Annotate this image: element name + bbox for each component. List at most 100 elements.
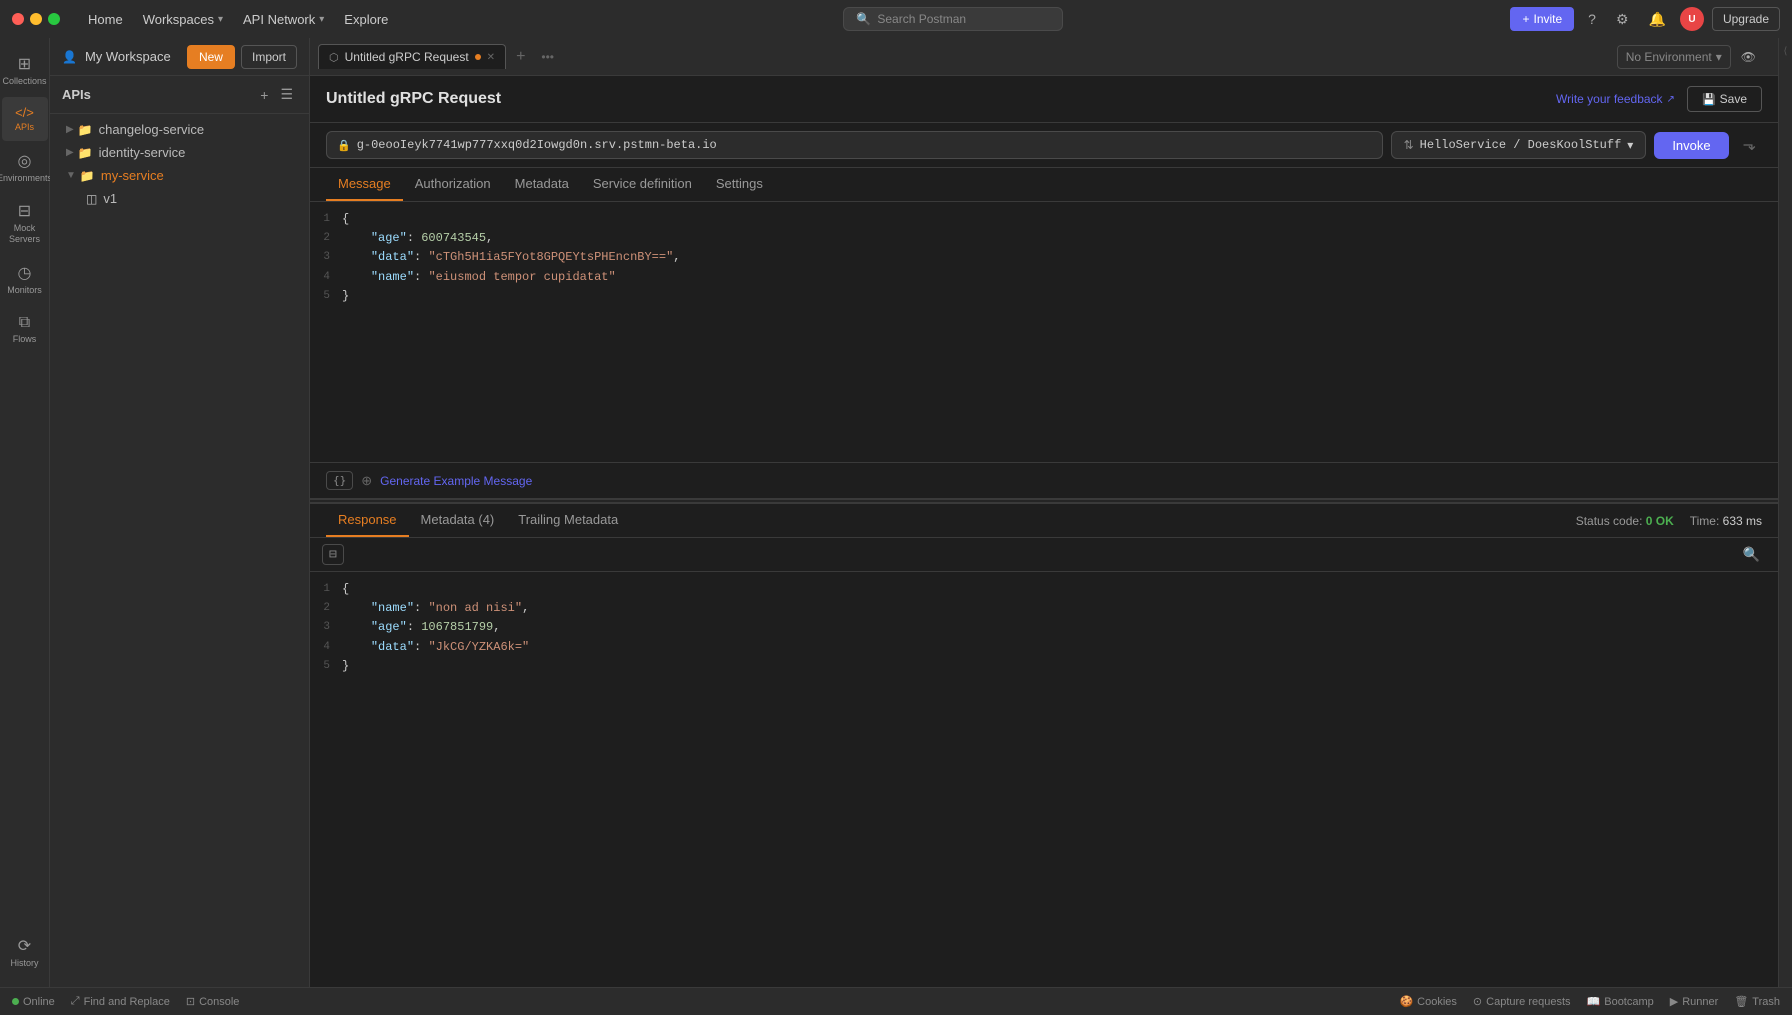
- upgrade-button[interactable]: Upgrade: [1712, 7, 1780, 31]
- service-selector[interactable]: ⇅ HelloService / DoesKoolStuff ▾: [1391, 131, 1647, 159]
- titlebar-nav: Home Workspaces ▾ API Network ▾ Explore: [80, 8, 396, 31]
- close-button[interactable]: [12, 13, 24, 25]
- sidebar-tree-header: APIs + ☰: [50, 76, 309, 114]
- right-panel: ⟨: [1778, 38, 1792, 987]
- response-line-3: 3 "age": 1067851799,: [310, 618, 1778, 637]
- tab-authorization[interactable]: Authorization: [403, 168, 503, 201]
- collections-icon: ⊞: [18, 54, 31, 74]
- add-api-button[interactable]: +: [256, 84, 272, 105]
- console-icon: ⊡: [186, 995, 195, 1008]
- more-tabs-button[interactable]: •••: [535, 48, 560, 66]
- tab-settings[interactable]: Settings: [704, 168, 775, 201]
- tree-item-v1[interactable]: ◫ v1: [54, 187, 305, 210]
- tab-message[interactable]: Message: [326, 168, 403, 201]
- nav-api-network[interactable]: API Network ▾: [235, 8, 332, 31]
- response-toolbar: ⊟ 🔍: [310, 538, 1778, 572]
- chevron-down-icon: ▾: [218, 14, 223, 25]
- bootcamp-button[interactable]: 📖 Bootcamp: [1587, 995, 1654, 1008]
- response-tab-metadata[interactable]: Metadata (4): [409, 504, 507, 537]
- trash-button[interactable]: 🗑 Trash: [1734, 995, 1780, 1008]
- chevron-right-icon: ▶: [66, 124, 74, 135]
- chevron-down-icon: ▾: [1716, 50, 1722, 64]
- new-tab-button[interactable]: +: [510, 46, 531, 68]
- sidebar-item-apis[interactable]: </> APIs: [2, 97, 48, 141]
- runner-button[interactable]: ▶ Runner: [1670, 995, 1719, 1008]
- response-editor-content[interactable]: 1 { 2 "name": "non ad nisi", 3 "age": 10…: [310, 572, 1778, 987]
- feedback-link[interactable]: Write your feedback ↗: [1556, 92, 1675, 106]
- tab-grpc-request[interactable]: ⬡ Untitled gRPC Request ✕: [318, 44, 506, 69]
- apis-icon: </>: [15, 105, 34, 120]
- avatar[interactable]: U: [1680, 7, 1704, 31]
- search-area: 🔍 Search Postman: [404, 7, 1502, 31]
- response-area: Response Metadata (4) Trailing Metadata …: [310, 503, 1778, 987]
- response-line-5: 5 }: [310, 657, 1778, 676]
- cookies-button[interactable]: 🍪 Cookies: [1399, 995, 1456, 1008]
- chevron-down-icon: ▼: [66, 170, 76, 181]
- minimize-button[interactable]: [30, 13, 42, 25]
- cookies-icon: 🍪: [1399, 995, 1413, 1008]
- sidebar-item-mock-servers[interactable]: ⊟ Mock Servers: [2, 193, 48, 253]
- tab-service-definition[interactable]: Service definition: [581, 168, 704, 201]
- trash-icon: 🗑: [1734, 995, 1748, 1008]
- code-line-1: 1 {: [310, 210, 1778, 229]
- save-button[interactable]: 💾 Save: [1687, 86, 1762, 112]
- sidebar-item-monitors[interactable]: ◷ Monitors: [2, 255, 48, 304]
- capture-button[interactable]: ⊙ Capture requests: [1473, 995, 1571, 1008]
- url-input-wrapper[interactable]: 🔒: [326, 131, 1383, 159]
- sidebar-tree: ▶ 📁 changelog-service ▶ 📁 identity-servi…: [50, 114, 309, 987]
- search-box[interactable]: 🔍 Search Postman: [843, 7, 1063, 31]
- new-button[interactable]: New: [187, 45, 235, 69]
- environment-selector[interactable]: No Environment ▾: [1617, 45, 1731, 69]
- response-tab-response[interactable]: Response: [326, 504, 409, 537]
- notifications-button[interactable]: 🔔: [1643, 7, 1672, 32]
- help-button[interactable]: ?: [1582, 7, 1602, 31]
- request-title: Untitled gRPC Request: [326, 90, 501, 108]
- workspace-name: My Workspace: [85, 49, 171, 64]
- request-actions: Write your feedback ↗ 💾 Save: [1556, 86, 1762, 112]
- right-panel-toggle-icon[interactable]: ⟨: [1784, 46, 1788, 57]
- nav-workspaces[interactable]: Workspaces ▾: [135, 8, 231, 31]
- search-response-button[interactable]: 🔍: [1737, 542, 1766, 567]
- format-button[interactable]: {}: [326, 471, 353, 490]
- generate-example-link[interactable]: Generate Example Message: [380, 474, 532, 488]
- find-replace-button[interactable]: ⤢ Find and Replace: [71, 995, 170, 1008]
- response-line-2: 2 "name": "non ad nisi",: [310, 599, 1778, 618]
- runner-icon: ▶: [1670, 995, 1678, 1008]
- tabs-bar: ⬡ Untitled gRPC Request ✕ + ••• No Envir…: [310, 38, 1778, 76]
- environment-settings-button[interactable]: 👁: [1735, 46, 1762, 68]
- response-time: 633 ms: [1723, 514, 1762, 528]
- maximize-button[interactable]: [48, 13, 60, 25]
- online-dot: [12, 998, 19, 1005]
- response-status: Status code: 0 OK Time: 633 ms: [1576, 514, 1762, 528]
- transfer-icon: ⇅: [1404, 138, 1414, 152]
- url-input[interactable]: [357, 138, 1372, 152]
- sidebar-item-environments[interactable]: ◎ Environments: [2, 143, 48, 192]
- response-line-4: 4 "data": "JkCG/YZKA6k=": [310, 638, 1778, 657]
- tab-metadata[interactable]: Metadata: [503, 168, 581, 201]
- settings-button[interactable]: ⚙: [1610, 7, 1635, 32]
- response-tab-trailing[interactable]: Trailing Metadata: [506, 504, 630, 537]
- tree-item-identity-service[interactable]: ▶ 📁 identity-service: [54, 141, 305, 164]
- nav-explore[interactable]: Explore: [336, 8, 396, 31]
- invite-button[interactable]: + Invite: [1510, 7, 1574, 31]
- invoke-button[interactable]: Invoke: [1654, 132, 1728, 159]
- version-icon: ◫: [86, 192, 97, 206]
- sidebar-item-flows[interactable]: ⧉ Flows: [2, 306, 48, 353]
- request-response-area: Untitled gRPC Request Write your feedbac…: [310, 76, 1778, 987]
- import-button[interactable]: Import: [241, 45, 297, 69]
- tree-item-my-service[interactable]: ▼ 📁 my-service: [54, 164, 305, 187]
- sidebar-item-history[interactable]: ⟳ History: [2, 928, 48, 977]
- filter-response-button[interactable]: ⊟: [322, 544, 344, 565]
- folder-icon: 📁: [80, 169, 95, 183]
- history-icon: ⟳: [18, 936, 31, 956]
- tab-close-button[interactable]: ✕: [487, 52, 495, 63]
- console-button[interactable]: ⊡ Console: [186, 995, 240, 1008]
- capture-icon: ⊙: [1473, 995, 1482, 1008]
- sidebar-item-collections[interactable]: ⊞ Collections: [2, 46, 48, 95]
- response-panel-toggle[interactable]: ⬎: [1737, 131, 1762, 159]
- filter-button[interactable]: ☰: [276, 84, 297, 105]
- request-editor-content[interactable]: 1 { 2 "age": 600743545, 3 "data": "cTGh5…: [310, 202, 1778, 462]
- tree-item-changelog-service[interactable]: ▶ 📁 changelog-service: [54, 118, 305, 141]
- nav-home[interactable]: Home: [80, 8, 131, 31]
- environments-icon: ◎: [18, 151, 32, 171]
